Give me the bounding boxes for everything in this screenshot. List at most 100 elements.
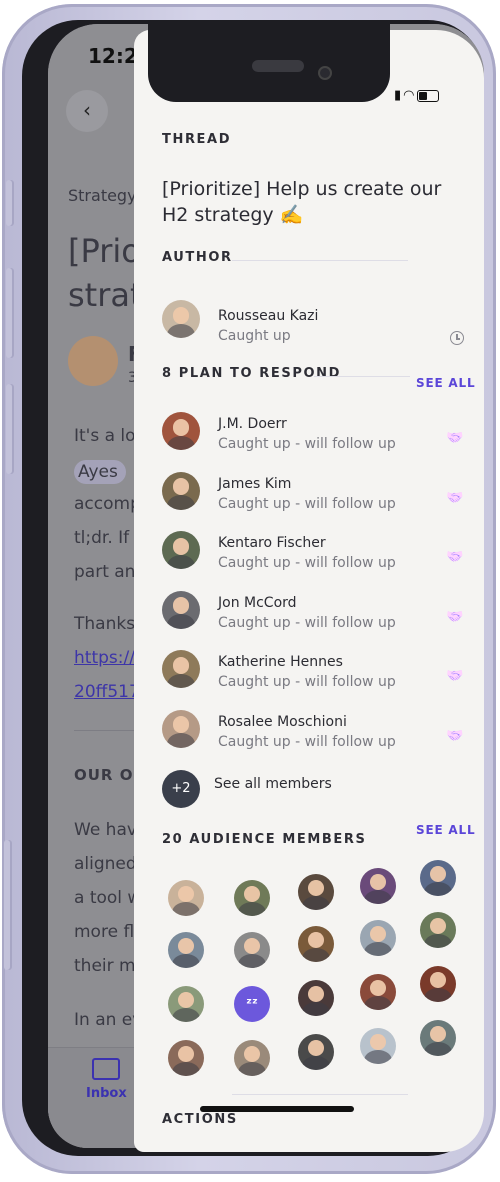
bg-link-1[interactable]: https:// <box>74 648 135 668</box>
audience-face <box>234 1040 270 1076</box>
audience-avatar[interactable] <box>360 1028 396 1064</box>
audience-avatar[interactable] <box>168 932 204 968</box>
audience-avatar[interactable] <box>234 1040 270 1076</box>
audience-face <box>420 912 456 948</box>
chevron-left-icon: ‹ <box>83 98 91 122</box>
member-face <box>162 531 200 569</box>
snooze-avatar[interactable]: ᶻᶻ <box>234 986 270 1022</box>
handshake-icon: 🤝 <box>446 549 464 565</box>
see-all-members-link[interactable]: See all members <box>214 776 332 792</box>
audience-avatar[interactable] <box>420 966 456 1002</box>
audience-avatar[interactable] <box>420 1020 456 1056</box>
member-face <box>162 591 200 629</box>
author-status: Caught up <box>218 328 291 344</box>
audience-avatar[interactable] <box>298 1034 334 1070</box>
member-status: Caught up - will follow up <box>218 436 396 452</box>
mention-chip[interactable]: Ayes <box>74 460 126 484</box>
member-name: Jon McCord <box>218 594 297 611</box>
audience-face <box>298 874 334 910</box>
member-status: Caught up - will follow up <box>218 674 396 690</box>
audience-face <box>168 932 204 968</box>
plan-divider <box>314 376 410 377</box>
author-face <box>162 300 200 338</box>
plan-see-all-link[interactable]: SEE ALL <box>416 376 475 390</box>
back-button[interactable]: ‹ <box>66 90 108 132</box>
audience-face <box>298 926 334 962</box>
bg-p3-1: In an ev <box>74 1010 143 1030</box>
member-face <box>162 650 200 688</box>
audience-avatar[interactable] <box>168 1040 204 1076</box>
member-status: Caught up - will follow up <box>218 733 396 750</box>
bg-body-1: It's a lo <box>74 426 136 446</box>
bg-mention[interactable]: Ayes <box>74 460 126 484</box>
handshake-icon: 🤝 <box>446 608 464 625</box>
member-status: Caught up - will follow up <box>218 495 396 512</box>
home-indicator <box>200 1106 354 1112</box>
member-name: J.M. Doerr <box>218 416 287 432</box>
audience-face <box>360 1028 396 1064</box>
author-name: Rousseau Kazi <box>218 308 319 324</box>
handshake-icon: 🤝 <box>446 430 464 446</box>
actions-divider <box>232 1094 408 1095</box>
audience-avatar[interactable] <box>360 974 396 1010</box>
audience-face <box>360 974 396 1010</box>
audience-avatar[interactable] <box>168 986 204 1022</box>
audience-avatar[interactable] <box>298 980 334 1016</box>
audience-face <box>234 880 270 916</box>
camera <box>318 66 332 80</box>
author-avatar[interactable] <box>162 300 200 338</box>
author-divider <box>232 260 408 261</box>
member-avatar[interactable] <box>162 531 200 569</box>
audience-avatar[interactable] <box>420 860 456 896</box>
side-button <box>4 840 12 970</box>
volume-down-button <box>6 384 14 474</box>
tab-inbox[interactable]: Inbox <box>86 1058 127 1101</box>
member-avatar[interactable] <box>162 590 200 629</box>
bg-link-2[interactable]: 20ff517 <box>74 682 140 702</box>
status-icons: ▮◠ <box>394 88 439 103</box>
bg-thanks: Thanks <box>74 614 136 634</box>
audience-face <box>298 980 334 1016</box>
member-name: Katherine Hennes <box>218 654 343 670</box>
speaker <box>252 60 304 72</box>
member-avatar[interactable] <box>162 650 200 688</box>
inbox-icon <box>92 1058 121 1080</box>
handshake-icon: 🤝 <box>446 489 464 506</box>
audience-avatar[interactable] <box>420 912 456 948</box>
audience-label: 20 AUDIENCE MEMBERS <box>162 832 367 847</box>
member-name: James Kim <box>218 475 292 492</box>
volume-up-button <box>6 268 14 358</box>
audience-see-all-link[interactable]: SEE ALL <box>416 823 475 837</box>
member-avatar[interactable] <box>162 471 200 510</box>
clock-icon <box>450 331 464 345</box>
member-avatar[interactable] <box>162 709 200 748</box>
thread-label: THREAD <box>162 132 232 147</box>
bg-p2-2: aligned <box>74 854 137 874</box>
audience-face <box>420 1020 456 1056</box>
audience-avatar[interactable] <box>360 920 396 956</box>
tab-inbox-label: Inbox <box>86 1086 127 1101</box>
audience-avatar[interactable] <box>298 926 334 962</box>
audience-avatar[interactable] <box>234 880 270 916</box>
audience-avatar[interactable] <box>168 880 204 916</box>
handshake-icon: 🤝 <box>446 668 464 684</box>
audience-face <box>168 986 204 1022</box>
audience-face <box>420 966 456 1002</box>
bg-body-4: tl;dr. If <box>74 528 130 548</box>
bg-breadcrumb[interactable]: Strategy <box>68 186 137 205</box>
plan-label: 8 PLAN TO RESPOND <box>162 366 341 381</box>
audience-face <box>168 1040 204 1076</box>
thread-title: [Prioritize] Help us create our H2 strat… <box>162 178 442 226</box>
member-face <box>162 472 200 510</box>
audience-avatar[interactable] <box>298 874 334 910</box>
audience-avatar[interactable] <box>234 932 270 968</box>
more-members-badge[interactable]: +2 <box>162 770 200 808</box>
member-avatar[interactable] <box>162 412 200 450</box>
audience-avatar[interactable] <box>360 868 396 904</box>
bg-body-3: accomp <box>74 494 141 514</box>
wifi-icon: ◠ <box>403 88 417 103</box>
member-face <box>162 710 200 748</box>
audience-face <box>360 868 396 904</box>
member-face <box>162 412 200 450</box>
battery-icon <box>416 89 439 102</box>
